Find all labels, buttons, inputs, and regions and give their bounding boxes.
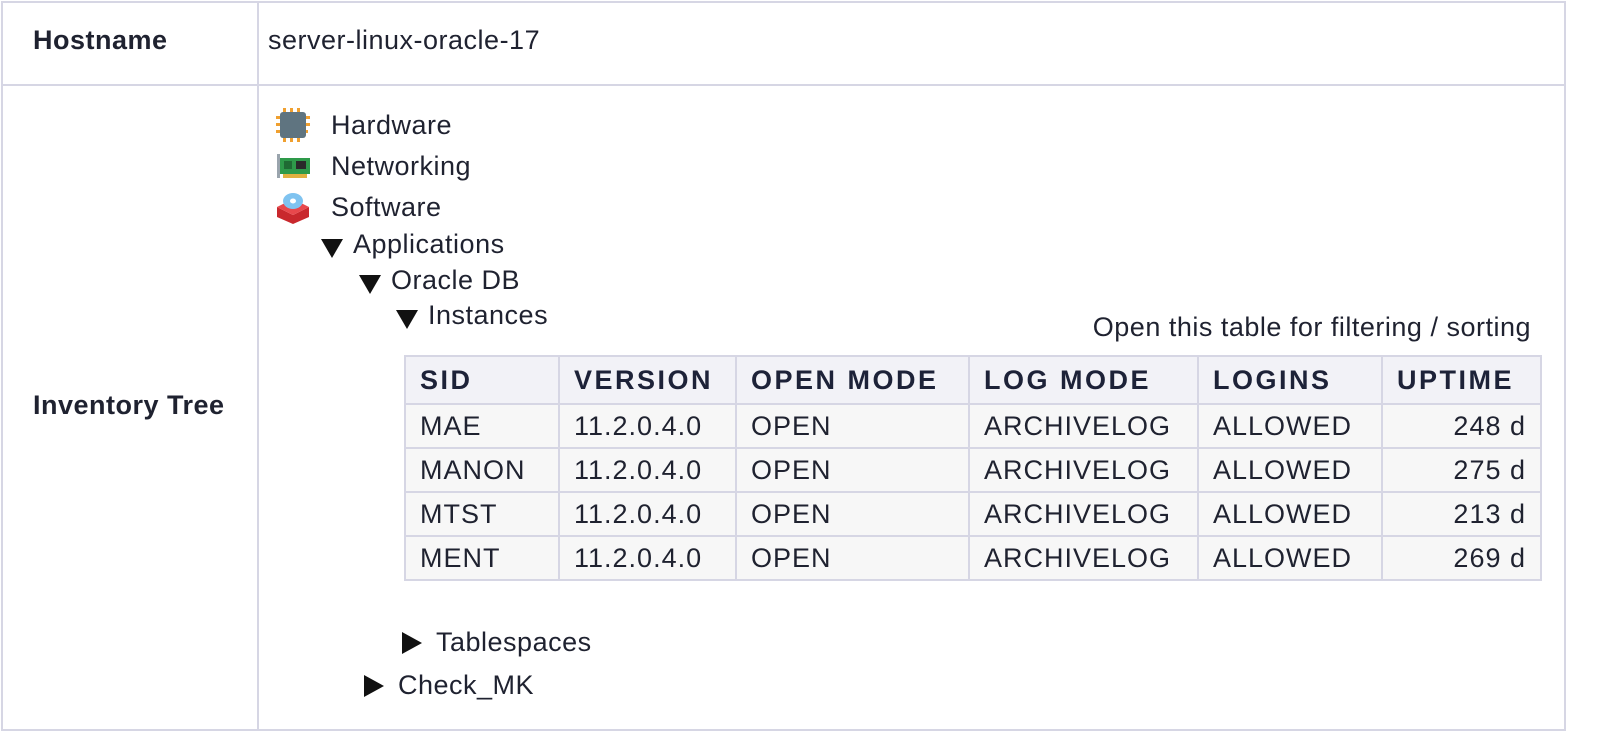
tree-node-instances[interactable]: Instances xyxy=(396,302,548,329)
tree-node-tablespaces-label: Tablespaces xyxy=(436,627,592,657)
cell-sid: MANON xyxy=(404,447,560,493)
cell-version: 11.2.0.4.0 xyxy=(558,535,737,581)
cell-logins: ALLOWED xyxy=(1197,491,1383,537)
hostname-label: Hostname xyxy=(33,25,168,55)
cell-open-mode: OPEN xyxy=(735,403,970,449)
tree-node-hardware-label: Hardware xyxy=(331,109,453,140)
cell-sid: MAE xyxy=(404,403,560,449)
column-header-logins[interactable]: LOGINS xyxy=(1197,355,1383,405)
cell-log-mode: ARCHIVELOG xyxy=(968,491,1199,537)
tree-node-oracle-db[interactable]: Oracle DB xyxy=(359,267,520,294)
instances-table: SID VERSION OPEN MODE LOG MODE LOGINS UP… xyxy=(404,355,1542,581)
software-package-icon xyxy=(275,189,311,225)
column-header-log-mode[interactable]: LOG MODE xyxy=(968,355,1199,405)
network-card-icon xyxy=(275,148,311,184)
hostname-value: server-linux-oracle-17 xyxy=(268,25,541,55)
tree-node-check-mk-label: Check_MK xyxy=(398,670,535,700)
cell-uptime: 248 d xyxy=(1381,403,1542,449)
tree-node-networking[interactable]: Networking xyxy=(275,148,471,184)
column-header-version[interactable]: VERSION xyxy=(558,355,737,405)
column-divider xyxy=(257,3,259,729)
cell-open-mode: OPEN xyxy=(735,491,970,537)
cell-uptime: 269 d xyxy=(1381,535,1542,581)
column-header-open-mode[interactable]: OPEN MODE xyxy=(735,355,970,405)
cell-logins: ALLOWED xyxy=(1197,535,1383,581)
inventory-panel: Hostname server-linux-oracle-17 Inventor… xyxy=(1,1,1566,731)
cell-sid: MTST xyxy=(404,491,560,537)
cell-version: 11.2.0.4.0 xyxy=(558,403,737,449)
table-header-row: SID VERSION OPEN MODE LOG MODE LOGINS UP… xyxy=(404,355,1542,405)
cell-log-mode: ARCHIVELOG xyxy=(968,447,1199,493)
expand-triangle-icon xyxy=(321,239,343,258)
table-row: MAE 11.2.0.4.0 OPEN ARCHIVELOG ALLOWED 2… xyxy=(404,403,1542,449)
expand-triangle-icon xyxy=(396,310,418,329)
tree-node-check-mk[interactable]: Check_MK xyxy=(364,672,534,699)
tree-node-hardware[interactable]: Hardware xyxy=(275,107,452,143)
tree-node-tablespaces[interactable]: Tablespaces xyxy=(402,629,592,656)
cell-uptime: 275 d xyxy=(1381,447,1542,493)
open-table-link[interactable]: Open this table for filtering / sorting xyxy=(1093,312,1531,343)
table-row: MTST 11.2.0.4.0 OPEN ARCHIVELOG ALLOWED … xyxy=(404,491,1542,537)
cell-log-mode: ARCHIVELOG xyxy=(968,403,1199,449)
tree-node-software-label: Software xyxy=(331,191,442,222)
hardware-chip-icon xyxy=(275,107,311,143)
cell-open-mode: OPEN xyxy=(735,535,970,581)
cell-sid: MENT xyxy=(404,535,560,581)
cell-logins: ALLOWED xyxy=(1197,447,1383,493)
collapsed-triangle-icon xyxy=(364,674,384,697)
column-header-uptime[interactable]: UPTIME xyxy=(1381,355,1542,405)
tree-node-applications[interactable]: Applications xyxy=(321,231,505,258)
inventory-tree-label: Inventory Tree xyxy=(33,390,225,420)
cell-version: 11.2.0.4.0 xyxy=(558,491,737,537)
tree-node-software[interactable]: Software xyxy=(275,189,442,225)
cell-uptime: 213 d xyxy=(1381,491,1542,537)
table-row: MENT 11.2.0.4.0 OPEN ARCHIVELOG ALLOWED … xyxy=(404,535,1542,581)
expand-triangle-icon xyxy=(359,275,381,294)
tree-node-oracle-db-label: Oracle DB xyxy=(391,265,521,295)
cell-open-mode: OPEN xyxy=(735,447,970,493)
tree-node-networking-label: Networking xyxy=(331,150,472,181)
tree-node-applications-label: Applications xyxy=(353,229,505,259)
cell-version: 11.2.0.4.0 xyxy=(558,447,737,493)
column-header-sid[interactable]: SID xyxy=(404,355,560,405)
row-divider xyxy=(3,84,1564,86)
collapsed-triangle-icon xyxy=(402,631,422,654)
cell-logins: ALLOWED xyxy=(1197,403,1383,449)
tree-node-instances-label: Instances xyxy=(428,300,549,330)
table-row: MANON 11.2.0.4.0 OPEN ARCHIVELOG ALLOWED… xyxy=(404,447,1542,493)
cell-log-mode: ARCHIVELOG xyxy=(968,535,1199,581)
